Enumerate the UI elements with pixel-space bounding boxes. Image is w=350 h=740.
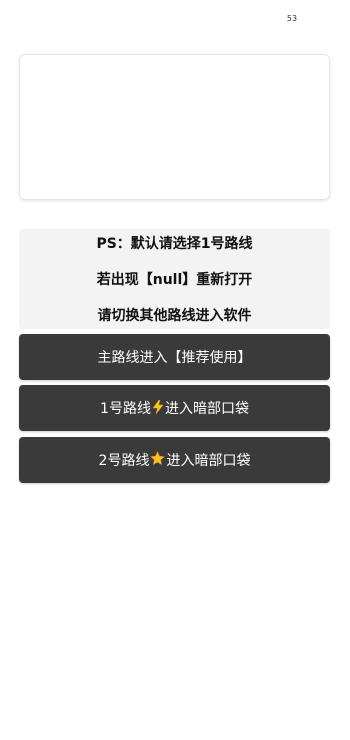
main-route-label: 主路线进入【推荐使用】 [97, 350, 252, 366]
notice-panel: PS：默认请选择1号路线 若出现【null】重新打开 请切换其他路线进入软件 [19, 229, 330, 329]
route-2-suffix: 进入暗部口袋 [166, 453, 251, 469]
banner-card [19, 54, 330, 200]
splash-screen: 53 PS：默认请选择1号路线 若出现【null】重新打开 请切换其他路线进入软… [0, 0, 350, 740]
notice-line-default-route: PS：默认请选择1号路线 [96, 236, 253, 252]
star-icon [150, 451, 166, 469]
route-1-suffix: 进入暗部口袋 [164, 401, 249, 417]
notice-line-switch-route: 请切换其他路线进入软件 [97, 308, 252, 324]
skip-countdown[interactable]: 53 [282, 14, 302, 23]
notice-line-null-error: 若出现【null】重新打开 [96, 272, 253, 288]
route-1-prefix: 1号路线 [100, 401, 151, 417]
main-route-button[interactable]: 主路线进入【推荐使用】 [19, 334, 330, 380]
route-2-prefix: 2号路线 [98, 453, 150, 469]
lightning-icon [152, 399, 164, 417]
route-2-button[interactable]: 2号路线 进入暗部口袋 [19, 437, 330, 483]
route-1-button[interactable]: 1号路线 进入暗部口袋 [19, 385, 330, 431]
